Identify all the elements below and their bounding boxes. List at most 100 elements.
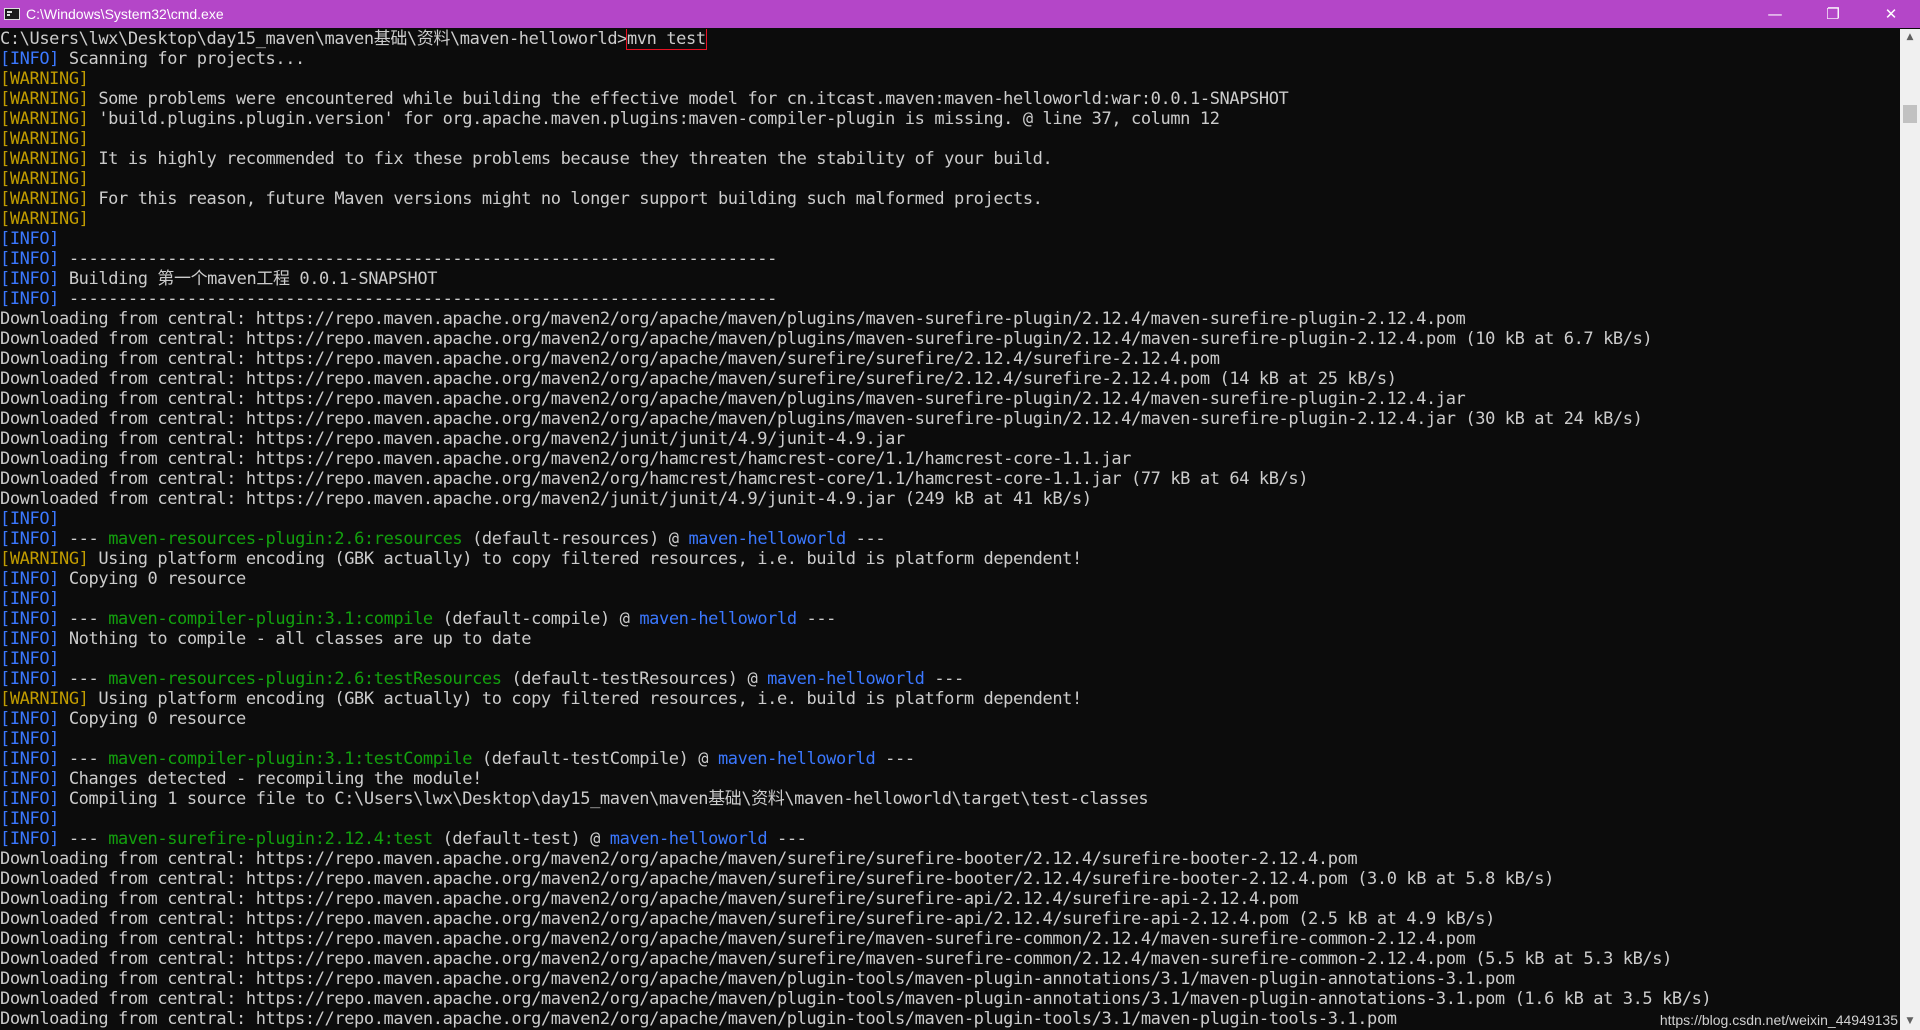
console-line: [INFO]: [0, 589, 1900, 609]
plugin-goal: maven-resources-plugin:2.6:testResources: [108, 669, 502, 689]
title-bar[interactable]: C:\Windows\System32\cmd.exe — ❐ ✕: [0, 0, 1920, 28]
console-line: Downloading from central: https://repo.m…: [0, 309, 1900, 329]
line-text: Copying 0 resource: [59, 709, 246, 729]
command-text: mvn test: [626, 29, 707, 50]
restore-button[interactable]: ❐: [1804, 0, 1862, 28]
artifact-name: maven-helloworld: [639, 609, 797, 629]
minimize-button[interactable]: —: [1746, 0, 1804, 28]
info-tag: [INFO]: [0, 649, 60, 669]
console-line: Downloading from central: https://repo.m…: [0, 349, 1900, 369]
plugin-goal: maven-compiler-plugin:3.1:compile: [108, 609, 433, 629]
line-text: (default-testCompile) @: [472, 749, 718, 769]
line-text: Compiling 1 source file to C:\Users\lwx\…: [59, 789, 1149, 809]
console-line: Downloading from central: https://repo.m…: [0, 429, 1900, 449]
line-text: ---: [59, 829, 109, 849]
line-text: Downloaded from central: https://repo.ma…: [0, 909, 1495, 929]
console-line: Downloading from central: https://repo.m…: [0, 449, 1900, 469]
console-line: [INFO] --- maven-surefire-plugin:2.12.4:…: [0, 829, 1900, 849]
warning-tag: [WARNING]: [0, 689, 89, 709]
console-line: [INFO]: [0, 809, 1900, 829]
line-text: (default-resources) @: [462, 529, 689, 549]
line-text: Downloading from central: https://repo.m…: [0, 969, 1515, 989]
line-text: ---: [59, 529, 109, 549]
console-line: [WARNING]: [0, 129, 1900, 149]
line-text: ----------------------------------------…: [59, 249, 778, 269]
cmd-icon: [4, 8, 20, 20]
console-line: Downloading from central: https://repo.m…: [0, 889, 1900, 909]
console-line: [WARNING] Using platform encoding (GBK a…: [0, 549, 1900, 569]
info-tag: [INFO]: [0, 569, 60, 589]
scrollbar-thumb[interactable]: [1903, 105, 1917, 123]
console-line: Downloaded from central: https://repo.ma…: [0, 409, 1900, 429]
plugin-goal: maven-surefire-plugin:2.12.4:test: [108, 829, 433, 849]
line-text: It is highly recommended to fix these pr…: [88, 149, 1053, 169]
line-text: Downloading from central: https://repo.m…: [0, 389, 1466, 409]
warning-tag: [WARNING]: [0, 89, 89, 109]
console-line: Downloaded from central: https://repo.ma…: [0, 489, 1900, 509]
console-line: [INFO] --- maven-compiler-plugin:3.1:com…: [0, 609, 1900, 629]
warning-tag: [WARNING]: [0, 169, 89, 189]
line-text: Downloading from central: https://repo.m…: [0, 929, 1476, 949]
line-text: Downloaded from central: https://repo.ma…: [0, 989, 1712, 1009]
prompt-path: C:\Users\lwx\Desktop\day15_maven\maven基础…: [0, 29, 627, 49]
line-text: Downloading from central: https://repo.m…: [0, 429, 905, 449]
prompt-line: C:\Users\lwx\Desktop\day15_maven\maven基础…: [0, 29, 1900, 50]
console-line: Downloaded from central: https://repo.ma…: [0, 369, 1900, 389]
close-button[interactable]: ✕: [1862, 0, 1920, 28]
line-text: Downloaded from central: https://repo.ma…: [0, 949, 1672, 969]
line-text: For this reason, future Maven versions m…: [88, 189, 1043, 209]
console-line: Downloaded from central: https://repo.ma…: [0, 469, 1900, 489]
line-text: Downloading from central: https://repo.m…: [0, 449, 1132, 469]
info-tag: [INFO]: [0, 529, 60, 549]
info-tag: [INFO]: [0, 509, 60, 529]
info-tag: [INFO]: [0, 589, 60, 609]
warning-tag: [WARNING]: [0, 109, 89, 129]
info-tag: [INFO]: [0, 709, 60, 729]
warning-tag: [WARNING]: [0, 189, 89, 209]
warning-tag: [WARNING]: [0, 69, 89, 89]
line-text: Downloaded from central: https://repo.ma…: [0, 489, 1092, 509]
line-text: Downloaded from central: https://repo.ma…: [0, 369, 1397, 389]
console-line: [WARNING] For this reason, future Maven …: [0, 189, 1900, 209]
console-line: Downloading from central: https://repo.m…: [0, 969, 1900, 989]
line-text: Downloading from central: https://repo.m…: [0, 849, 1358, 869]
console-line: [WARNING] It is highly recommended to fi…: [0, 149, 1900, 169]
console-line: Downloaded from central: https://repo.ma…: [0, 909, 1900, 929]
scroll-down-icon[interactable]: ▼: [1900, 1013, 1920, 1030]
line-text: (default-compile) @: [432, 609, 640, 629]
info-tag: [INFO]: [0, 789, 60, 809]
warning-tag: [WARNING]: [0, 549, 89, 569]
console-line: Downloaded from central: https://repo.ma…: [0, 989, 1900, 1009]
plugin-goal: maven-compiler-plugin:3.1:testCompile: [108, 749, 473, 769]
window-controls: — ❐ ✕: [1746, 0, 1920, 28]
info-tag: [INFO]: [0, 809, 60, 829]
console-line: [WARNING]: [0, 69, 1900, 89]
line-text: Downloading from central: https://repo.m…: [0, 889, 1299, 909]
line-text: Downloaded from central: https://repo.ma…: [0, 469, 1309, 489]
console-output[interactable]: C:\Users\lwx\Desktop\day15_maven\maven基础…: [0, 29, 1900, 1030]
console-line: [WARNING]: [0, 209, 1900, 229]
window-title: C:\Windows\System32\cmd.exe: [26, 6, 224, 22]
line-text: Downloaded from central: https://repo.ma…: [0, 869, 1554, 889]
console-line: Downloaded from central: https://repo.ma…: [0, 869, 1900, 889]
line-text: Copying 0 resource: [59, 569, 246, 589]
console-line: [INFO] Compiling 1 source file to C:\Use…: [0, 789, 1900, 809]
console-line: [INFO] ---------------------------------…: [0, 289, 1900, 309]
line-text: Building 第一个maven工程 0.0.1-SNAPSHOT: [59, 269, 438, 289]
line-text: Downloading from central: https://repo.m…: [0, 349, 1220, 369]
info-tag: [INFO]: [0, 249, 60, 269]
console-line: [WARNING] 'build.plugins.plugin.version'…: [0, 109, 1900, 129]
console-line: [INFO] Scanning for projects...: [0, 49, 1900, 69]
console-line: [WARNING] Some problems were encountered…: [0, 89, 1900, 109]
console-line: [INFO] Copying 0 resource: [0, 709, 1900, 729]
line-text: Downloading from central: https://repo.m…: [0, 309, 1466, 329]
vertical-scrollbar[interactable]: ▲ ▼: [1900, 29, 1920, 1030]
info-tag: [INFO]: [0, 49, 60, 69]
console-line: [INFO] --- maven-compiler-plugin:3.1:tes…: [0, 749, 1900, 769]
scroll-up-icon[interactable]: ▲: [1900, 29, 1920, 46]
console-line: Downloading from central: https://repo.m…: [0, 1009, 1900, 1029]
line-text: ---: [59, 609, 109, 629]
info-tag: [INFO]: [0, 729, 60, 749]
artifact-name: maven-helloworld: [688, 529, 846, 549]
console-line: Downloaded from central: https://repo.ma…: [0, 329, 1900, 349]
